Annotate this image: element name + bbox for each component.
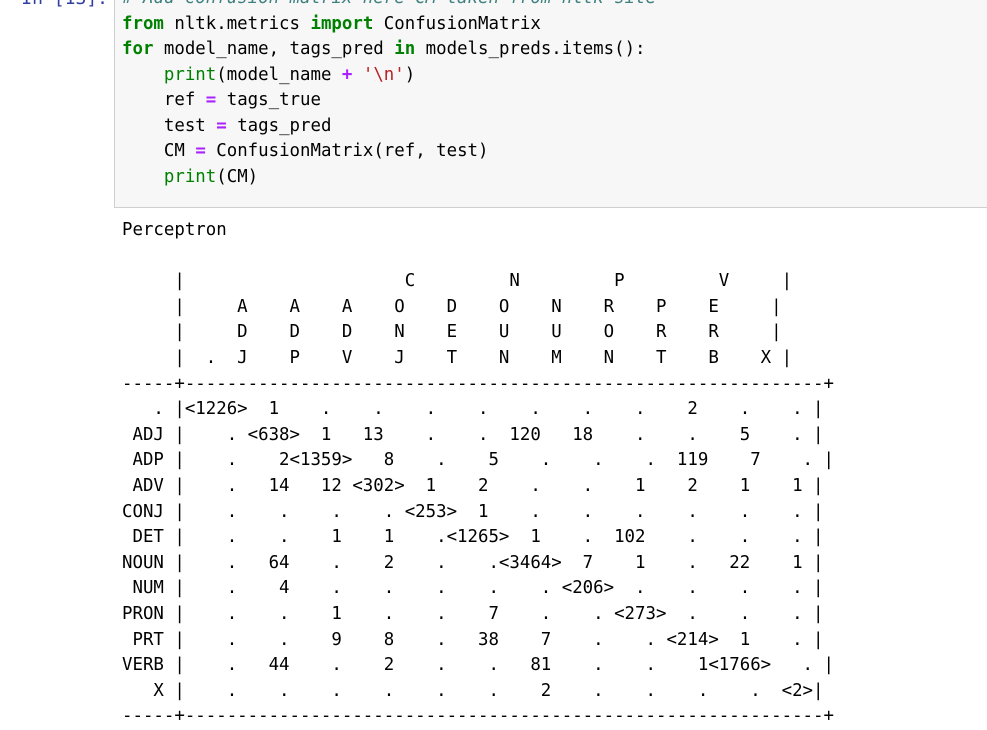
output-text: Perceptron | C N P V | | A A A O D O N R…: [122, 218, 987, 730]
code-test-var: test: [163, 115, 217, 136]
matrix-line: . |<1226> 1 . . . . . . . 2 . . |: [153, 399, 824, 420]
code-cm-var: CM: [163, 141, 196, 161]
code-ref-val: tags_true: [216, 90, 321, 110]
cell-prompt: In [13]:: [0, 0, 114, 12]
matrix-line: -----+----------------------------------…: [122, 706, 834, 727]
code-print2-args: (CM): [216, 166, 259, 187]
matrix-line: VERB | . 44 . 2 . . 81 . . 1<1766> . |: [122, 655, 834, 676]
op-eq: =: [205, 90, 217, 110]
matrix-line: PRON | . . 1 . . 7 . . <273> . . . |: [122, 603, 824, 624]
matrix-line: ADP | . 2<1359> 8 . 5 . . . 119 7 . |: [132, 450, 834, 471]
code-test-val: tags_pred: [226, 115, 332, 136]
matrix-line: | C N P V |: [174, 271, 793, 292]
confusion-matrix: | C N P V | | A A A O D O N R P E | | D …: [122, 271, 834, 726]
builtin-print: print: [163, 64, 217, 85]
matrix-line: PRT | . . 9 8 . 38 7 . . <214> 1 . |: [132, 629, 824, 650]
matrix-line: X | . . . . . . 2 . . . . <2>|: [153, 680, 824, 701]
op-eq: =: [216, 115, 227, 136]
code-print1-close: ): [404, 64, 416, 85]
matrix-line: CONJ | . . . . <253> 1 . . . . . . |: [122, 501, 824, 522]
code-cm-val: ConfusionMatrix(ref, test): [205, 141, 489, 161]
code-imported: ConfusionMatrix: [373, 13, 541, 34]
kw-import: import: [310, 13, 374, 34]
matrix-line: | . J P V J T N M N T B X |: [174, 347, 793, 368]
output-title: Perceptron: [122, 220, 227, 240]
code-ref-var: ref: [163, 90, 206, 110]
code-cell-input[interactable]: # Add confusion matrix here CM taken fro…: [114, 0, 987, 208]
matrix-line: | A A A O D O N R P E |: [174, 296, 782, 317]
code-comment: # Add confusion matrix here CM taken fro…: [122, 0, 656, 8]
cell-output: Perceptron | C N P V | | A A A O D O N R…: [122, 218, 987, 730]
kw-from: from: [122, 13, 164, 34]
code-module: nltk.metrics: [163, 13, 311, 34]
matrix-line: ADV | . 14 12 <302> 1 2 . . 1 2 1 1 |: [132, 475, 824, 496]
builtin-print: print: [163, 166, 217, 187]
matrix-line: NUM | . 4 . . . . . <206> . . . . |: [132, 578, 824, 599]
op-plus: +: [341, 64, 353, 85]
matrix-line: ADJ | . <638> 1 13 . . 120 18 . . 5 . |: [132, 424, 824, 445]
matrix-line: DET | . . 1 1 .<1265> 1 . 102 . . . |: [132, 527, 824, 548]
matrix-line: | D D D N E U U O R R |: [174, 322, 782, 343]
code-editor[interactable]: # Add confusion matrix here CM taken fro…: [122, 0, 656, 190]
kw-in: in: [394, 39, 416, 59]
code-for-vars: model_name, tags_pred: [153, 39, 395, 59]
matrix-line: -----+----------------------------------…: [122, 373, 834, 394]
op-eq: =: [195, 141, 206, 161]
kw-for: for: [122, 39, 154, 59]
code-print1-open: (model_name: [216, 64, 342, 85]
string-newline: '\n': [362, 64, 405, 85]
matrix-line: NOUN | . 64 . 2 . .<3464> 7 1 . 22 1 |: [122, 552, 824, 573]
code-for-iter: models_preds.items():: [415, 39, 646, 59]
